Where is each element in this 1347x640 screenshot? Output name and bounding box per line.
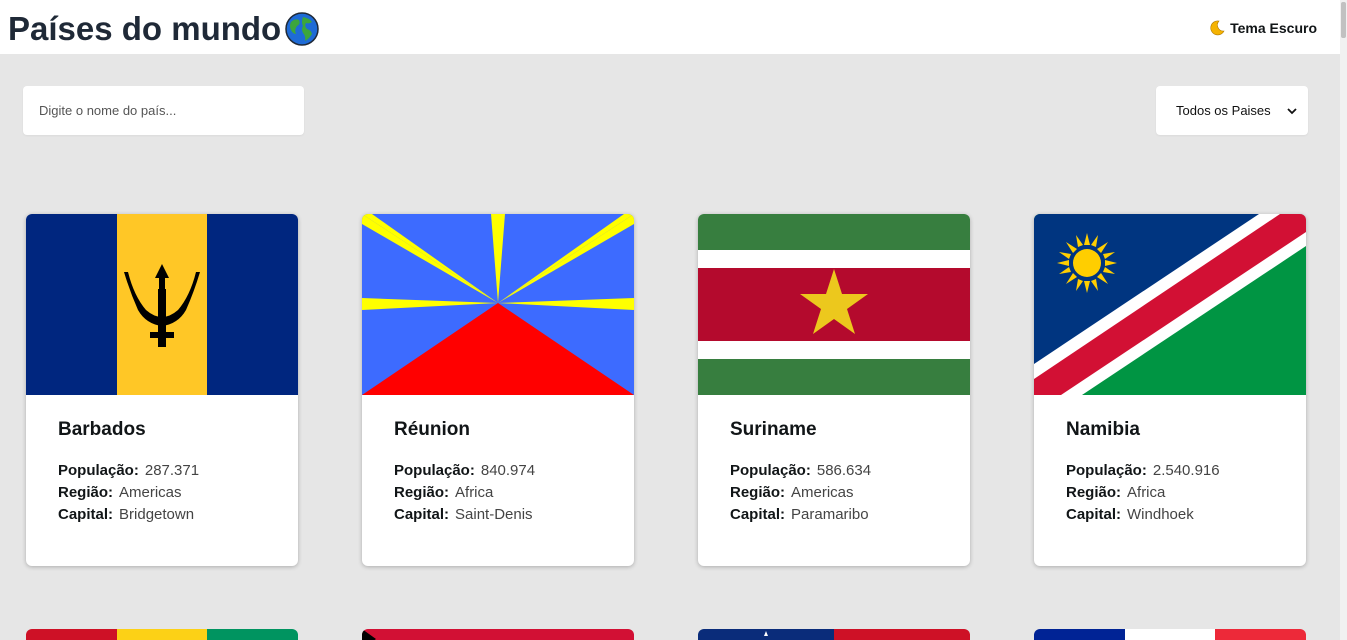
search-input[interactable] — [23, 86, 304, 135]
capital-value: Bridgetown — [119, 506, 195, 523]
suriname-flag-icon — [698, 214, 970, 395]
capital-label: Capital: — [394, 506, 450, 523]
chevron-down-icon — [1287, 107, 1297, 114]
capital-value: Windhoek — [1127, 506, 1194, 523]
page-title: Países do mundo — [8, 10, 319, 48]
region-value: Americas — [119, 484, 182, 501]
red-black-flag-icon — [362, 629, 634, 640]
country-card-partial[interactable] — [362, 629, 634, 640]
country-name: Suriname — [730, 419, 817, 440]
population-label: População: — [1066, 462, 1147, 479]
tricolor-flag-icon — [26, 629, 298, 640]
scrollbar-thumb[interactable] — [1341, 2, 1346, 38]
population-row: População: 2.540.916 — [1066, 460, 1274, 482]
region-label: Região: — [58, 484, 114, 501]
region-label: Região: — [1066, 484, 1122, 501]
capital-value: Saint-Denis — [455, 506, 533, 523]
region-filter-select[interactable]: Todos os Paises — [1156, 86, 1308, 135]
capital-row: Capital: Saint-Denis — [394, 504, 602, 526]
population-row: População: 840.974 — [394, 460, 602, 482]
region-row: Região: Americas — [730, 482, 938, 504]
country-card-partial[interactable] — [1034, 629, 1306, 640]
population-row: População: 287.371 — [58, 460, 266, 482]
page-scrollbar[interactable] — [1340, 0, 1347, 640]
population-row: População: 586.634 — [730, 460, 938, 482]
region-filter-value: Todos os Paises — [1176, 103, 1271, 118]
moon-icon — [1210, 20, 1225, 36]
population-value: 840.974 — [480, 462, 536, 479]
barbados-flag-icon — [26, 214, 298, 395]
population-value: 287.371 — [144, 462, 200, 479]
country-card[interactable]: Réunion População: 840.974 Região: Africa … — [362, 214, 634, 566]
country-card[interactable]: Namibia População: 2.540.916 Região: Afric… — [1034, 214, 1306, 566]
country-card[interactable]: Barbados População: 287.371 Região: Americ… — [26, 214, 298, 566]
region-row: Região: Americas — [58, 482, 266, 504]
top-header: Países do mundo Tema Escuro — [0, 0, 1340, 54]
population-label: População: — [730, 462, 811, 479]
capital-row: Capital: Paramaribo — [730, 504, 938, 526]
region-value: Americas — [791, 484, 854, 501]
reunion-flag-icon — [362, 214, 634, 395]
region-label: Região: — [394, 484, 450, 501]
capital-value: Paramaribo — [791, 506, 869, 523]
region-value: Africa — [1127, 484, 1166, 501]
blue-white-red-flag-icon — [1034, 629, 1306, 640]
capital-label: Capital: — [730, 506, 786, 523]
country-name: Barbados — [58, 419, 146, 440]
region-row: Região: Africa — [1066, 482, 1274, 504]
capital-label: Capital: — [58, 506, 114, 523]
region-value: Africa — [455, 484, 494, 501]
region-label: Região: — [730, 484, 786, 501]
country-name: Namibia — [1066, 419, 1140, 440]
region-row: Região: Africa — [394, 482, 602, 504]
population-value: 586.634 — [816, 462, 872, 479]
population-label: População: — [58, 462, 139, 479]
country-card-partial[interactable] — [26, 629, 298, 640]
capital-label: Capital: — [1066, 506, 1122, 523]
country-card[interactable]: Suriname População: 586.634 Região: Americ… — [698, 214, 970, 566]
globe-icon — [285, 12, 319, 46]
population-value: 2.540.916 — [1152, 462, 1220, 479]
capital-row: Capital: Bridgetown — [58, 504, 266, 526]
country-card-partial[interactable] — [698, 629, 970, 640]
population-label: População: — [394, 462, 475, 479]
theme-toggle-label: Tema Escuro — [1230, 20, 1317, 36]
capital-row: Capital: Windhoek — [1066, 504, 1274, 526]
page-title-text: Países do mundo — [8, 10, 282, 47]
namibia-flag-icon — [1034, 214, 1306, 395]
blue-red-flag-icon — [698, 629, 970, 640]
dark-theme-toggle[interactable]: Tema Escuro — [1209, 20, 1317, 36]
country-name: Réunion — [394, 419, 470, 440]
